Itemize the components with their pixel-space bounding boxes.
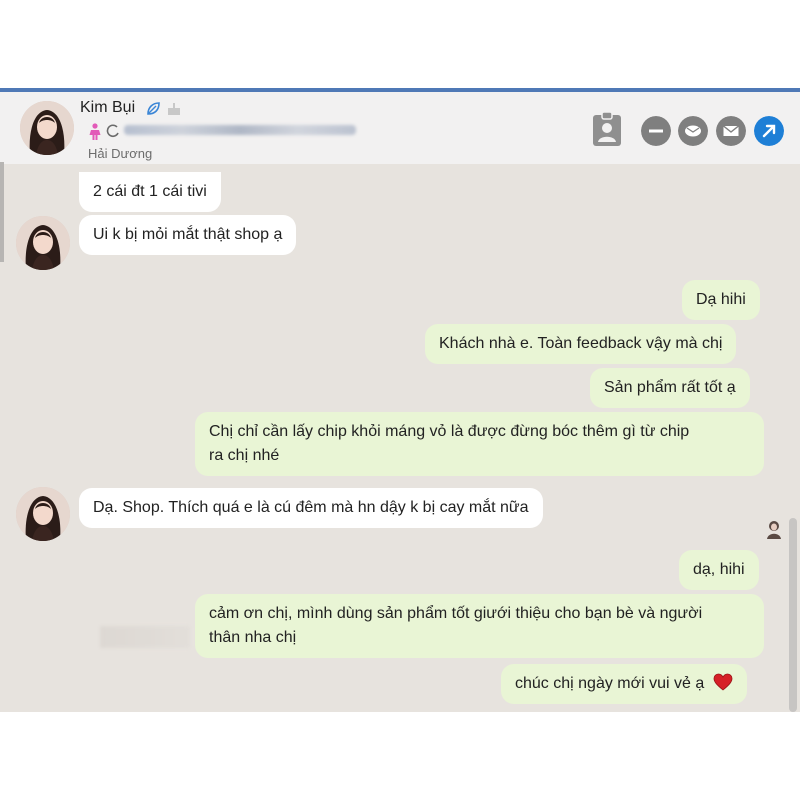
contact-card-icon[interactable] [590,110,624,148]
external-link-icon[interactable] [754,116,784,146]
contact-location: Hải Dương [88,146,153,161]
message-text: cảm ơn chị, mình dùng sản phẩm tốt giưới… [209,605,703,622]
avatar-image [16,216,70,270]
message-text: 2 cái đt 1 cái tivi [93,183,207,200]
leaf-icon [147,102,160,115]
message-icon[interactable] [678,116,708,146]
message-bubble-outgoing[interactable]: cảm ơn chị, mình dùng sản phẩm tốt giưới… [195,594,764,658]
scrollbar-thumb[interactable] [789,518,797,712]
message-text: Dạ. Shop. Thích quá e là cú đêm mà hn dậ… [93,499,529,516]
avatar[interactable] [16,216,70,270]
message-text: chúc chị ngày mới vui vẻ ạ [515,675,705,692]
cake-icon [168,103,180,115]
avatar[interactable] [20,101,74,155]
message-bubble-outgoing[interactable]: chúc chị ngày mới vui vẻ ạ [501,664,747,704]
avatar-image [20,101,74,155]
left-scrollbar[interactable] [0,162,4,262]
avatar-image [16,487,70,541]
message-text: Khách nhà e. Toàn feedback vậy mà chị [439,335,723,352]
message-bubble-outgoing[interactable]: Sản phẩm rất tốt ạ [590,368,750,408]
heart-icon [713,673,733,691]
message-text: ra chị nhé [209,447,280,464]
message-bubble-outgoing[interactable]: dạ, hihi [679,550,759,590]
message-bubble-outgoing[interactable]: Chị chỉ cần lấy chip khỏi máng vỏ là đượ… [195,412,764,476]
message-bubble-incoming[interactable]: 2 cái đt 1 cái tivi [79,172,221,212]
message-text: dạ, hihi [693,561,745,578]
email-icon[interactable] [716,116,746,146]
message-bubble-incoming[interactable]: Ui k bị mỏi mắt thật shop ạ [79,215,297,255]
message-text: Sản phẩm rất tốt ạ [604,379,736,396]
faded-timestamp [100,626,190,648]
message-text: Dạ hihi [696,291,746,308]
avatar[interactable] [16,487,70,541]
message-bubble-incoming[interactable]: Dạ. Shop. Thích quá e là cú đêm mà hn dậ… [79,488,543,528]
female-icon [89,123,101,140]
minus-icon[interactable] [641,116,671,146]
spinner-icon [106,124,119,138]
message-text: Chị chỉ cần lấy chip khỏi máng vỏ là đượ… [209,423,690,440]
message-text: Ui k bị mỏi mắt thật shop ạ [93,226,283,243]
message-bubble-outgoing[interactable]: Dạ hihi [682,280,760,320]
message-text: thân nha chị [209,629,297,646]
seen-avatar-icon [767,521,781,539]
contact-name[interactable]: Kim Bụi [80,99,135,117]
message-bubble-outgoing[interactable]: Khách nhà e. Toàn feedback vậy mà chị [425,324,737,364]
blurred-status-text [124,125,356,135]
